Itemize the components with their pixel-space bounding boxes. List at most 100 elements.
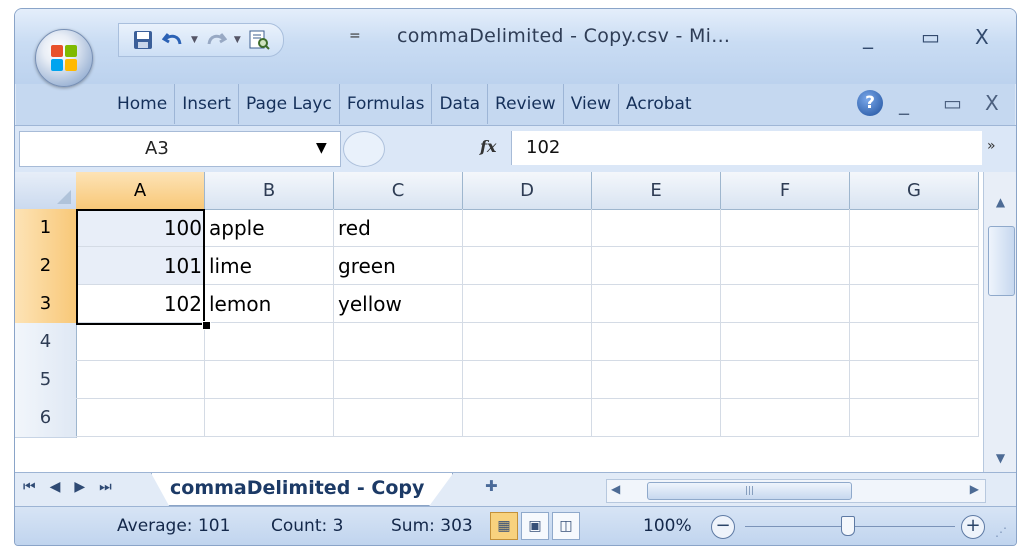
cell-c5[interactable]: [334, 361, 463, 399]
cell-d1[interactable]: [463, 209, 592, 247]
column-header-f[interactable]: F: [721, 172, 850, 210]
cell-e3[interactable]: [592, 285, 721, 323]
tab-data[interactable]: Data: [432, 84, 489, 124]
cell-a6[interactable]: [76, 399, 205, 437]
cell-f3[interactable]: [721, 285, 850, 323]
zoom-level[interactable]: 100%: [643, 516, 692, 536]
cell-e1[interactable]: [592, 209, 721, 247]
column-header-b[interactable]: B: [205, 172, 334, 210]
close-workbook-button[interactable]: X: [985, 91, 999, 115]
tab-home[interactable]: Home: [110, 84, 176, 124]
zoom-slider-thumb[interactable]: [841, 516, 855, 536]
cell-g2[interactable]: [850, 247, 979, 285]
cell-g4[interactable]: [850, 323, 979, 361]
cell-g5[interactable]: [850, 361, 979, 399]
zoom-in-icon[interactable]: +: [961, 515, 985, 539]
cell-d5[interactable]: [463, 361, 592, 399]
cell-c6[interactable]: [334, 399, 463, 437]
cell-g1[interactable]: [850, 209, 979, 247]
last-sheet-icon[interactable]: ⏭: [99, 479, 112, 495]
sheet-tab-active[interactable]: commaDelimited - Copy: [151, 473, 454, 506]
page-layout-view-icon[interactable]: ▣: [521, 512, 549, 540]
fill-handle[interactable]: [202, 321, 211, 330]
horizontal-scrollbar[interactable]: ◀ ||| ▶: [606, 479, 986, 503]
cell-d4[interactable]: [463, 323, 592, 361]
print-preview-icon[interactable]: [247, 28, 271, 52]
cell-b5[interactable]: [205, 361, 334, 399]
cell-b6[interactable]: [205, 399, 334, 437]
row-header-1[interactable]: 1: [15, 209, 77, 248]
row-header-5[interactable]: 5: [15, 361, 77, 400]
cell-a1[interactable]: 100: [76, 209, 205, 247]
tab-page-layout[interactable]: Page Layc: [239, 84, 340, 124]
cell-f5[interactable]: [721, 361, 850, 399]
row-header-4[interactable]: 4: [15, 323, 77, 362]
minimize-workbook-button[interactable]: _: [899, 91, 909, 115]
column-header-e[interactable]: E: [592, 172, 721, 210]
cell-c2[interactable]: green: [334, 247, 463, 285]
next-sheet-icon[interactable]: ▶: [74, 479, 85, 495]
tab-formulas[interactable]: Formulas: [340, 84, 433, 124]
tab-review[interactable]: Review: [488, 84, 564, 124]
vertical-scroll-thumb[interactable]: [988, 226, 1015, 296]
cell-c3[interactable]: yellow: [334, 285, 463, 323]
row-header-3[interactable]: 3: [15, 285, 77, 324]
vertical-scrollbar[interactable]: ▲ ▼: [983, 172, 1016, 472]
column-header-g[interactable]: G: [850, 172, 979, 210]
cell-d2[interactable]: [463, 247, 592, 285]
scroll-right-icon[interactable]: ▶: [970, 482, 979, 496]
cell-f2[interactable]: [721, 247, 850, 285]
formula-input[interactable]: 102: [511, 131, 982, 165]
horizontal-scroll-thumb[interactable]: |||: [647, 482, 852, 500]
redo-dropdown-icon[interactable]: ▼: [234, 35, 241, 45]
office-button[interactable]: [35, 29, 93, 87]
save-icon[interactable]: [131, 28, 155, 52]
cell-e2[interactable]: [592, 247, 721, 285]
chevron-down-icon[interactable]: ▼: [316, 140, 327, 156]
normal-view-icon[interactable]: ▦: [490, 512, 518, 540]
name-box[interactable]: A3 ▼: [19, 131, 341, 167]
cell-a5[interactable]: [76, 361, 205, 399]
cell-g3[interactable]: [850, 285, 979, 323]
previous-sheet-icon[interactable]: ◀: [50, 479, 61, 495]
cell-c1[interactable]: red: [334, 209, 463, 247]
select-all-button[interactable]: [15, 172, 77, 210]
minimize-window-button[interactable]: _: [863, 25, 873, 49]
cell-f4[interactable]: [721, 323, 850, 361]
column-header-d[interactable]: D: [463, 172, 592, 210]
page-break-preview-icon[interactable]: ◫: [552, 512, 580, 540]
cell-e6[interactable]: [592, 399, 721, 437]
resize-grip-icon[interactable]: ⋰: [995, 525, 1007, 539]
cell-a2[interactable]: 101: [76, 247, 205, 285]
restore-workbook-button[interactable]: ▭: [943, 91, 962, 115]
insert-function-icon[interactable]: fx: [480, 137, 496, 156]
zoom-out-icon[interactable]: −: [711, 515, 735, 539]
column-header-c[interactable]: C: [334, 172, 463, 210]
cell-e5[interactable]: [592, 361, 721, 399]
tab-acrobat[interactable]: Acrobat: [619, 84, 699, 124]
cell-e4[interactable]: [592, 323, 721, 361]
expand-formula-bar-icon[interactable]: »: [987, 138, 996, 154]
cell-b3[interactable]: lemon: [205, 285, 334, 323]
scroll-left-icon[interactable]: ◀: [611, 482, 620, 496]
scroll-down-icon[interactable]: ▼: [987, 446, 1014, 470]
undo-icon[interactable]: [161, 28, 185, 52]
close-window-button[interactable]: X: [975, 25, 989, 49]
undo-dropdown-icon[interactable]: ▼: [191, 35, 198, 45]
cell-b2[interactable]: lime: [205, 247, 334, 285]
tab-insert[interactable]: Insert: [175, 84, 239, 124]
cell-b1[interactable]: apple: [205, 209, 334, 247]
row-header-2[interactable]: 2: [15, 247, 77, 286]
cell-d3[interactable]: [463, 285, 592, 323]
restore-window-button[interactable]: ▭: [921, 25, 940, 49]
insert-sheet-icon[interactable]: ✚: [485, 477, 519, 501]
cell-f6[interactable]: [721, 399, 850, 437]
cell-g6[interactable]: [850, 399, 979, 437]
cell-f1[interactable]: [721, 209, 850, 247]
first-sheet-icon[interactable]: ⏮: [23, 479, 36, 495]
cell-c4[interactable]: [334, 323, 463, 361]
redo-icon[interactable]: [204, 28, 228, 52]
column-header-a[interactable]: A: [76, 172, 205, 210]
scroll-up-icon[interactable]: ▲: [987, 190, 1014, 214]
cell-b4[interactable]: [205, 323, 334, 361]
